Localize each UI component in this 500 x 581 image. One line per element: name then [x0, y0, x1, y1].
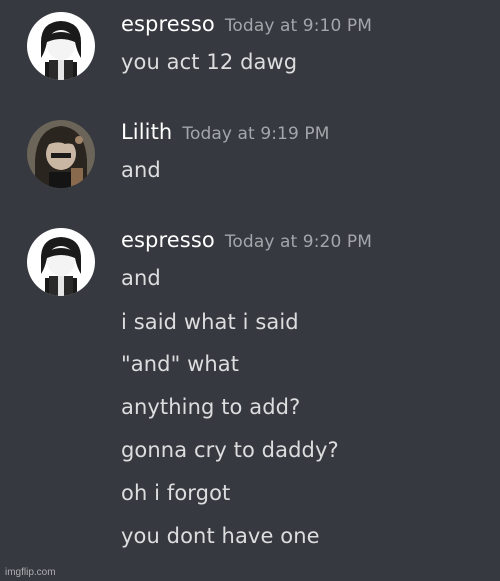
username[interactable]: Lilith: [121, 120, 172, 144]
message-text: you dont have one: [121, 524, 320, 548]
avatar[interactable]: [27, 12, 95, 80]
timestamp: Today at 9:20 PM: [224, 232, 372, 252]
espresso-avatar-icon: [27, 228, 95, 296]
message-text: "and" what: [121, 352, 240, 376]
message-text: gonna cry to daddy?: [121, 438, 339, 462]
username[interactable]: espresso: [121, 228, 215, 252]
message-group-espresso-2: espresso Today at 9:20 PM and i said what…: [0, 228, 500, 558]
timestamp: Today at 9:10 PM: [224, 16, 372, 36]
chat-messages: espresso Today at 9:10 PM you act 12 dawg…: [0, 0, 500, 581]
espresso-avatar-icon: [27, 12, 95, 80]
message-group-lilith: Lilith Today at 9:19 PM and: [0, 120, 500, 190]
message-header: espresso Today at 9:10 PM: [121, 12, 372, 42]
message-group-espresso-1: espresso Today at 9:10 PM you act 12 dawg: [0, 12, 500, 82]
message-text: and: [121, 266, 161, 290]
avatar[interactable]: [27, 228, 95, 296]
avatar[interactable]: [27, 120, 95, 188]
message-header: espresso Today at 9:20 PM: [121, 228, 372, 258]
lilith-avatar-icon: [27, 120, 95, 188]
username[interactable]: espresso: [121, 12, 215, 36]
message-text: and: [121, 158, 161, 182]
message-text: you act 12 dawg: [121, 50, 298, 74]
message-text: anything to add?: [121, 395, 301, 419]
message-header: Lilith Today at 9:19 PM: [121, 120, 330, 150]
watermark: imgflip.com: [5, 567, 56, 578]
message-text: i said what i said: [121, 310, 299, 334]
timestamp: Today at 9:19 PM: [182, 124, 330, 144]
message-text: oh i forgot: [121, 481, 231, 505]
